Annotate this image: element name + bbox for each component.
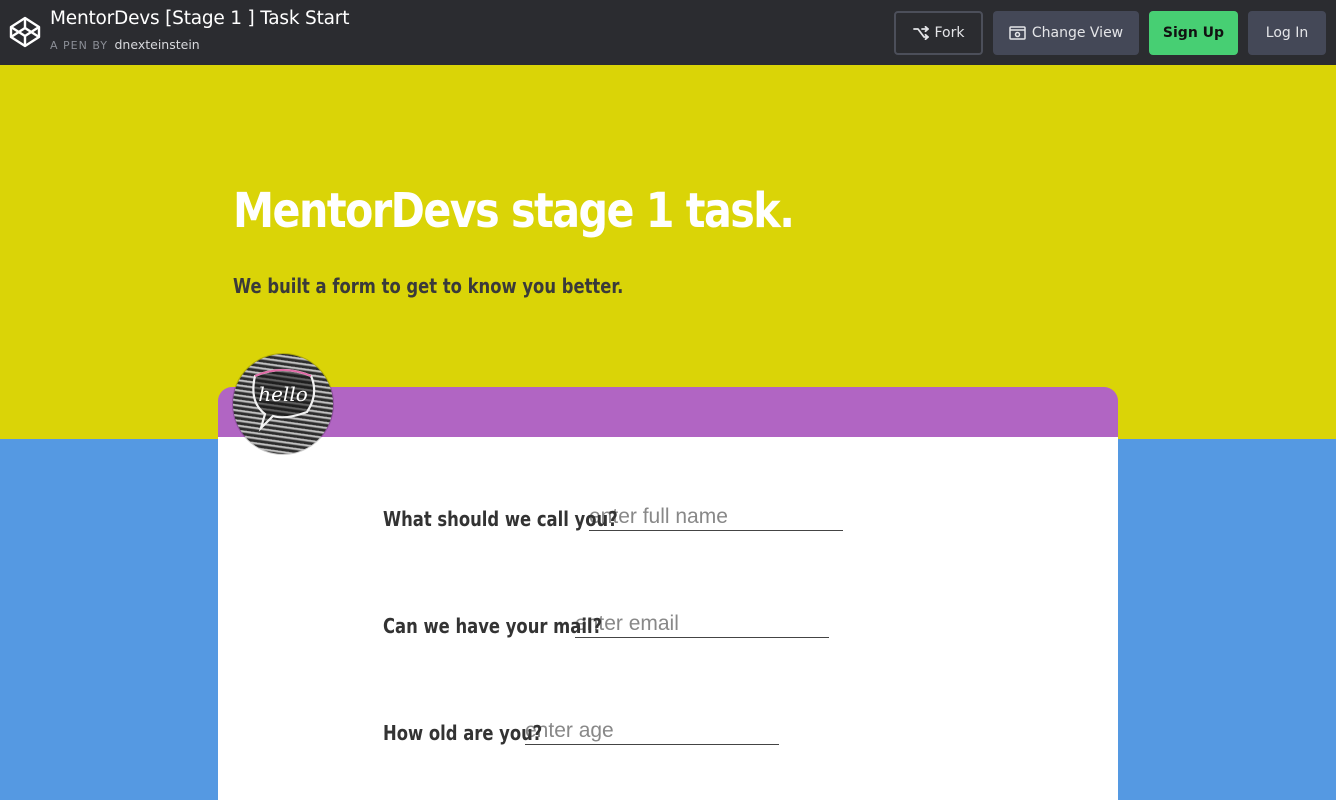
avatar-text: hello <box>258 382 308 406</box>
name-row: What should we call you? <box>383 503 843 531</box>
pen-title: MentorDevs [Stage 1 ] Task Start <box>50 8 350 29</box>
form-card-header <box>218 387 1118 437</box>
change-view-button[interactable]: Change View <box>993 11 1139 55</box>
name-label: What should we call you? <box>383 507 618 531</box>
fork-icon <box>912 26 929 40</box>
email-input[interactable] <box>575 610 829 638</box>
sign-up-button[interactable]: Sign Up <box>1149 11 1238 55</box>
hero-section: MentorDevs stage 1 task. We built a form… <box>0 65 1336 439</box>
author-link[interactable]: dnexteinstein <box>115 37 200 52</box>
email-row: Can we have your mail? <box>383 610 829 638</box>
codepen-logo-icon[interactable] <box>8 15 42 49</box>
age-label: How old are you? <box>383 721 543 745</box>
age-input[interactable] <box>525 717 779 745</box>
email-label: Can we have your mail? <box>383 614 603 638</box>
view-icon <box>1009 26 1026 40</box>
byline-prefix: A PEN BY <box>50 39 108 52</box>
pen-header: MentorDevs [Stage 1 ] Task Start A PEN B… <box>0 0 1336 65</box>
hero-subtitle: We built a form to get to know you bette… <box>233 274 624 298</box>
fork-button[interactable]: Fork <box>894 11 983 55</box>
log-in-button[interactable]: Log In <box>1248 11 1326 55</box>
hello-avatar-image: hello <box>233 354 333 454</box>
age-row: How old are you? <box>383 717 779 745</box>
name-input[interactable] <box>589 503 843 531</box>
fork-label: Fork <box>934 25 965 41</box>
change-view-label: Change View <box>1031 25 1124 41</box>
pen-byline: A PEN BY dnexteinstein <box>50 37 200 52</box>
hero-title: MentorDevs stage 1 task. <box>233 183 795 239</box>
